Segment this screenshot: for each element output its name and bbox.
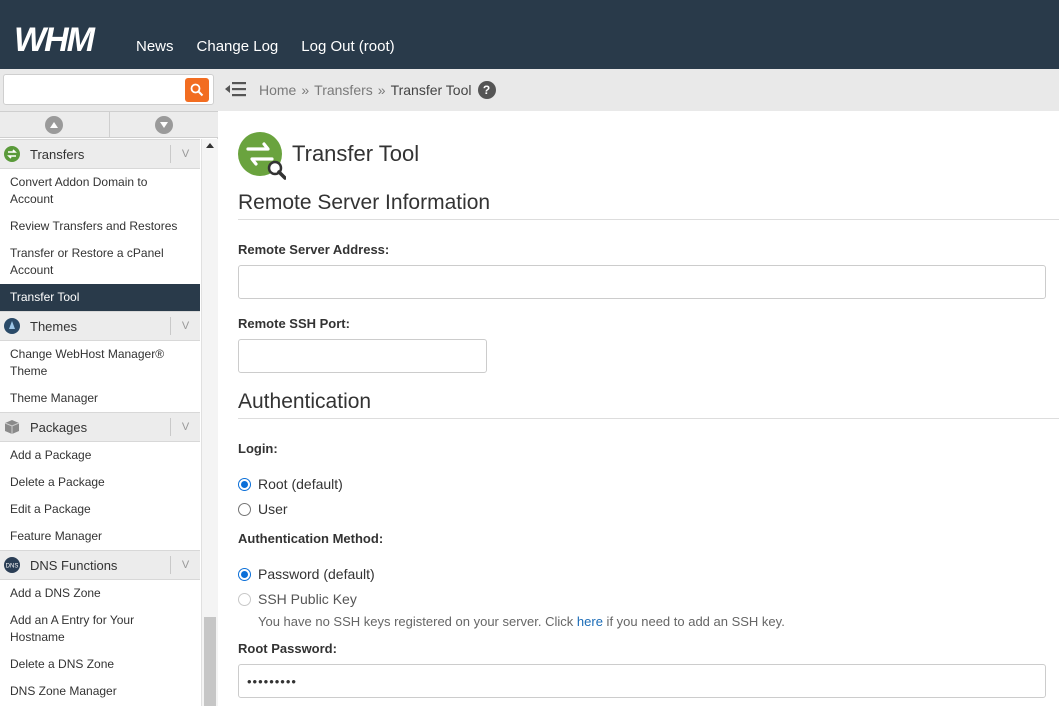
method-password-option[interactable]: Password (default) bbox=[238, 566, 375, 582]
dns-icon: DNS bbox=[3, 556, 21, 574]
root-password-input[interactable]: ••••••••• bbox=[238, 664, 1046, 698]
sidebar: Transfers V Convert Addon Domain to Acco… bbox=[0, 69, 218, 706]
login-root-radio[interactable] bbox=[238, 477, 251, 491]
login-user-label: User bbox=[258, 501, 288, 517]
method-ssh-key-option: SSH Public Key bbox=[238, 591, 357, 607]
chevron-down-icon[interactable]: V bbox=[170, 556, 200, 574]
sidebar-item-convert-addon[interactable]: Convert Addon Domain to Account bbox=[0, 169, 200, 213]
method-ssh-key-radio bbox=[238, 592, 251, 606]
chevron-down-icon[interactable]: V bbox=[170, 145, 200, 163]
sidebar-item-theme-manager[interactable]: Theme Manager bbox=[0, 385, 200, 412]
sidebar-item-review-transfers[interactable]: Review Transfers and Restores bbox=[0, 213, 200, 240]
root-password-label: Root Password: bbox=[238, 641, 337, 656]
login-label: Login: bbox=[238, 441, 278, 456]
transfer-tool-icon bbox=[238, 132, 286, 180]
package-icon bbox=[3, 418, 21, 436]
breadcrumb: Home » Transfers » Transfer Tool ? bbox=[259, 81, 496, 99]
chevron-down-icon[interactable]: V bbox=[170, 418, 200, 436]
svg-text:DNS: DNS bbox=[6, 564, 19, 570]
remote-server-address-label: Remote Server Address: bbox=[238, 242, 390, 257]
sidebar-search-input[interactable] bbox=[3, 74, 214, 105]
arrow-up-icon bbox=[45, 115, 64, 134]
remote-ssh-port-input[interactable] bbox=[238, 339, 487, 373]
transfers-icon bbox=[3, 145, 21, 163]
sidebar-nav: Transfers V Convert Addon Domain to Acco… bbox=[0, 139, 200, 706]
add-ssh-key-link[interactable]: here bbox=[577, 614, 603, 629]
authentication-section-title: Authentication bbox=[238, 390, 1059, 419]
themes-icon bbox=[3, 317, 21, 335]
main-content: Transfer Tool Remote Server Information … bbox=[238, 111, 1059, 706]
breadcrumb-home[interactable]: Home bbox=[259, 82, 296, 98]
sidebar-item-delete-package[interactable]: Delete a Package bbox=[0, 469, 200, 496]
login-root-option[interactable]: Root (default) bbox=[238, 476, 343, 492]
chevron-down-icon[interactable]: V bbox=[170, 317, 200, 335]
category-label: Transfers bbox=[30, 146, 85, 162]
method-password-label: Password (default) bbox=[258, 566, 375, 582]
ssh-hint-after: if you need to add an SSH key. bbox=[602, 614, 785, 629]
ssh-key-hint: You have no SSH keys registered on your … bbox=[258, 614, 785, 629]
scrollbar-thumb[interactable] bbox=[204, 617, 216, 706]
sidebar-item-delete-dns-zone[interactable]: Delete a DNS Zone bbox=[0, 651, 200, 678]
method-password-radio[interactable] bbox=[238, 567, 251, 581]
scroll-down-button[interactable] bbox=[110, 112, 219, 137]
sidebar-item-add-a-entry[interactable]: Add an A Entry for Your Hostname bbox=[0, 607, 200, 651]
category-packages[interactable]: Packages V bbox=[0, 412, 200, 442]
remote-server-address-input[interactable] bbox=[238, 265, 1046, 299]
sidebar-item-add-dns-zone[interactable]: Add a DNS Zone bbox=[0, 580, 200, 607]
top-nav: News Change Log Log Out (root) bbox=[136, 38, 395, 55]
collapse-menu-icon[interactable] bbox=[224, 80, 246, 98]
category-label: Themes bbox=[30, 318, 77, 334]
change-log-link[interactable]: Change Log bbox=[197, 38, 279, 55]
sidebar-item-edit-package[interactable]: Edit a Package bbox=[0, 496, 200, 523]
category-transfers[interactable]: Transfers V bbox=[0, 139, 200, 169]
arrow-down-icon bbox=[154, 115, 173, 134]
sidebar-item-transfer-restore[interactable]: Transfer or Restore a cPanel Account bbox=[0, 240, 200, 284]
sidebar-scrollbar[interactable] bbox=[201, 139, 218, 706]
sidebar-item-transfer-tool[interactable]: Transfer Tool bbox=[0, 284, 200, 311]
search-icon bbox=[190, 83, 204, 97]
breadcrumb-separator: » bbox=[301, 82, 310, 98]
top-bar: WHM News Change Log Log Out (root) bbox=[0, 0, 1059, 69]
whm-logo[interactable]: WHM bbox=[14, 22, 118, 56]
auth-method-label: Authentication Method: bbox=[238, 531, 384, 546]
category-dns-functions[interactable]: DNS DNS Functions V bbox=[0, 550, 200, 580]
news-link[interactable]: News bbox=[136, 38, 174, 55]
category-themes[interactable]: Themes V bbox=[0, 311, 200, 341]
breadcrumb-separator: » bbox=[377, 82, 386, 98]
login-user-option[interactable]: User bbox=[238, 501, 288, 517]
breadcrumb-transfers[interactable]: Transfers bbox=[314, 82, 373, 98]
help-icon[interactable]: ? bbox=[477, 81, 496, 99]
login-user-radio[interactable] bbox=[238, 502, 251, 516]
login-root-label: Root (default) bbox=[258, 476, 343, 492]
page-title: Transfer Tool bbox=[292, 141, 420, 166]
ssh-hint-before: You have no SSH keys registered on your … bbox=[258, 614, 577, 629]
search-button[interactable] bbox=[185, 78, 209, 102]
scroll-up-arrow-icon[interactable] bbox=[206, 143, 214, 148]
breadcrumb-bar: Home » Transfers » Transfer Tool ? bbox=[218, 69, 1059, 111]
breadcrumb-current: Transfer Tool bbox=[390, 82, 472, 98]
sidebar-item-add-package[interactable]: Add a Package bbox=[0, 442, 200, 469]
svg-text:WHM: WHM bbox=[14, 22, 96, 56]
sidebar-scroll-buttons bbox=[0, 111, 218, 138]
method-ssh-key-label: SSH Public Key bbox=[258, 591, 357, 607]
remote-ssh-port-label: Remote SSH Port: bbox=[238, 316, 350, 331]
sidebar-item-change-theme[interactable]: Change WebHost Manager® Theme bbox=[0, 341, 200, 385]
category-label: Packages bbox=[30, 419, 88, 435]
sidebar-search bbox=[0, 69, 218, 111]
category-label: DNS Functions bbox=[30, 557, 118, 573]
remote-server-section-title: Remote Server Information bbox=[238, 191, 1059, 220]
scroll-up-button[interactable] bbox=[0, 112, 110, 137]
log-out-link[interactable]: Log Out (root) bbox=[301, 38, 394, 55]
sidebar-item-dns-zone-manager[interactable]: DNS Zone Manager bbox=[0, 678, 200, 705]
sidebar-item-feature-manager[interactable]: Feature Manager bbox=[0, 523, 200, 550]
